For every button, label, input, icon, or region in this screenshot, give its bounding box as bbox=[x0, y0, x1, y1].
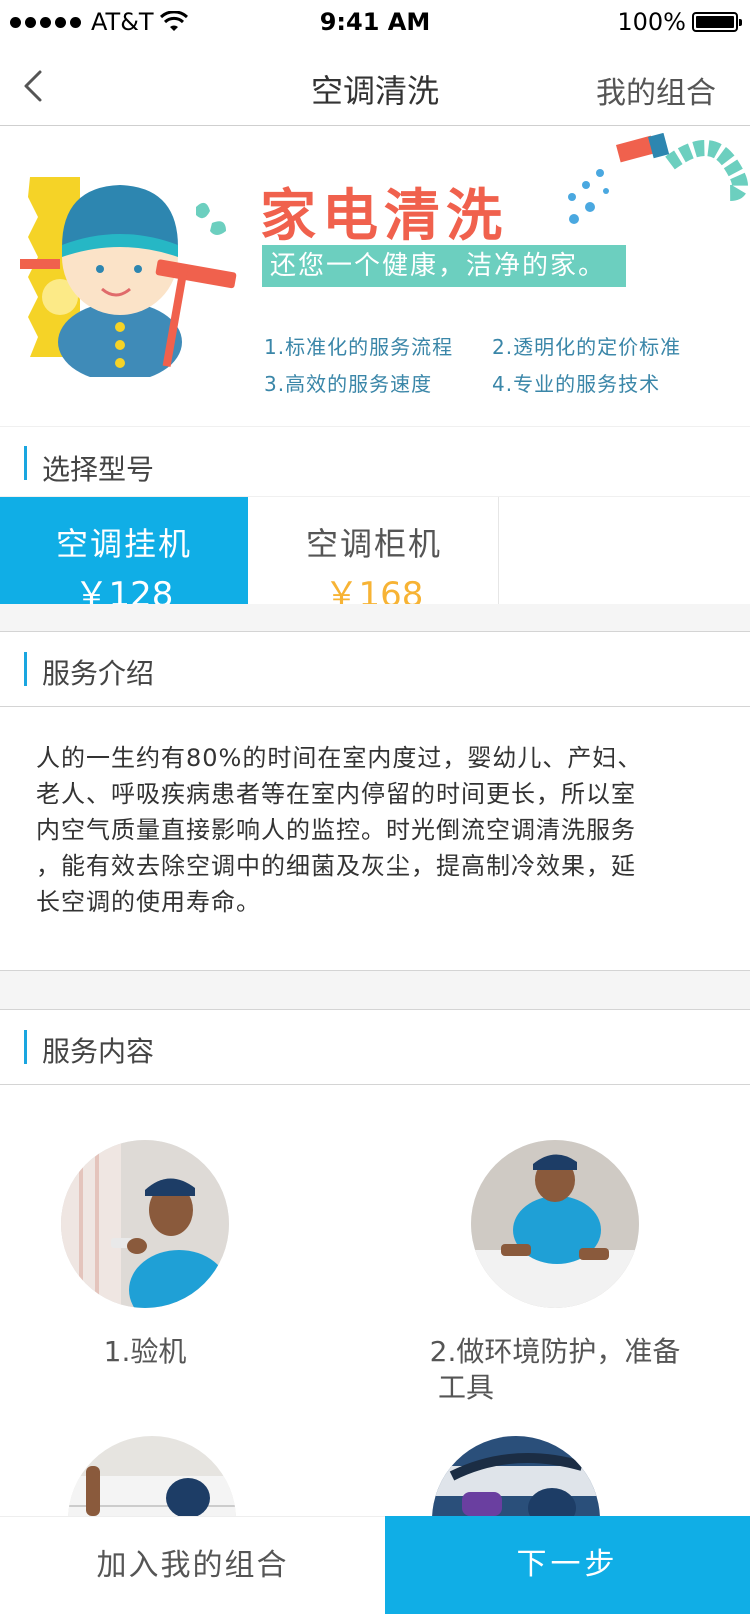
banner-point: 3.高效的服务速度 bbox=[264, 372, 433, 396]
step-photo bbox=[61, 1140, 229, 1308]
technician-inspecting-photo bbox=[61, 1140, 229, 1308]
banner-slogan: 还您一个健康，洁净的家。 bbox=[262, 245, 626, 287]
step-photo bbox=[432, 1436, 600, 1516]
technician-disassembly-photo bbox=[432, 1436, 600, 1516]
intro-line: 内空气质量直接影响人的监控。时光倒流空调清洗服务 bbox=[36, 816, 636, 844]
service-step: 1.验机 bbox=[60, 1140, 230, 1370]
intro-section-header: 服务介绍 bbox=[0, 632, 750, 706]
intro-line: 老人、呼吸疾病患者等在室内停留的时间更长，所以室 bbox=[36, 780, 636, 808]
step-label-line: 工具 bbox=[438, 1371, 495, 1404]
bottom-action-bar: 加入我的组合 下一步 bbox=[0, 1516, 750, 1614]
content-section-header: 服务内容 bbox=[0, 1010, 750, 1084]
intro-line: ，能有效去除空调中的细菌及灰尘，提高制冷效果，延 bbox=[36, 852, 636, 880]
battery-percent: 100% bbox=[617, 8, 686, 36]
back-chevron-icon[interactable] bbox=[18, 66, 54, 106]
step-label: 1.验机 bbox=[103, 1335, 187, 1368]
model-option-wall-mount[interactable]: 空调挂机 ￥128 bbox=[0, 497, 248, 615]
step-label: 2.做环境防护，准备 工具 bbox=[400, 1334, 710, 1406]
model-option-cabinet[interactable]: 空调柜机 ￥168 bbox=[250, 497, 498, 615]
section-accent-bar bbox=[24, 652, 27, 686]
technician-ac-unit-photo bbox=[68, 1436, 236, 1516]
promo-banner: 家电清洗 还您一个健康，洁净的家。 1.标准化的服务流程 2.透明化的定价标准 … bbox=[0, 127, 750, 427]
section-title: 服务内容 bbox=[42, 1035, 155, 1068]
add-to-combo-button[interactable]: 加入我的组合 bbox=[0, 1516, 385, 1614]
model-selector: 空调挂机 ￥128 空调柜机 ￥168 bbox=[0, 496, 750, 615]
banner-point: 1.标准化的服务流程 bbox=[264, 335, 454, 359]
divider bbox=[498, 497, 499, 605]
navigation-bar: 空调清洗 我的组合 bbox=[0, 44, 750, 126]
status-right: 100% bbox=[617, 8, 742, 36]
status-bar: AT&T 9:41 AM 100% bbox=[0, 0, 750, 44]
banner-feature-list: 1.标准化的服务流程 2.透明化的定价标准 3.高效的服务速度 4.专业的服务技… bbox=[264, 331, 724, 397]
divider bbox=[0, 1084, 750, 1085]
model-name: 空调柜机 bbox=[305, 525, 442, 563]
my-combo-link[interactable]: 我的组合 bbox=[596, 68, 716, 112]
service-step: 2.做环境防护，准备 工具 bbox=[400, 1140, 710, 1406]
section-title: 服务介绍 bbox=[42, 657, 155, 690]
banner-title: 家电清洗 bbox=[260, 184, 508, 249]
section-accent-bar bbox=[24, 446, 27, 480]
service-step-partial bbox=[68, 1436, 236, 1516]
technician-protection-photo bbox=[471, 1140, 639, 1308]
spray-hose-illustration bbox=[568, 133, 748, 224]
section-accent-bar bbox=[24, 1030, 27, 1064]
section-title: 选择型号 bbox=[42, 453, 155, 486]
section-gap bbox=[0, 604, 750, 632]
step-label-line: 2.做环境防护，准备 bbox=[429, 1335, 681, 1368]
model-section-header: 选择型号 bbox=[0, 428, 750, 496]
intro-line: 长空调的使用寿命。 bbox=[36, 888, 261, 916]
intro-line: 人的一生约有80%的时间在室内度过，婴幼儿、产妇、 bbox=[36, 744, 643, 772]
step-photo bbox=[68, 1436, 236, 1516]
banner-point: 2.透明化的定价标准 bbox=[492, 335, 682, 359]
model-name: 空调挂机 bbox=[55, 525, 192, 563]
next-step-button[interactable]: 下一步 bbox=[385, 1516, 750, 1614]
step-photo bbox=[471, 1140, 639, 1308]
banner-point: 4.专业的服务技术 bbox=[492, 372, 661, 396]
section-gap bbox=[0, 971, 750, 1009]
battery-icon bbox=[692, 12, 742, 32]
service-intro-text: 人的一生约有80%的时间在室内度过，婴幼儿、产妇、 老人、呼吸疾病患者等在室内停… bbox=[36, 740, 716, 920]
cleaner-illustration bbox=[20, 177, 237, 377]
divider bbox=[0, 706, 750, 707]
service-step-partial bbox=[432, 1436, 600, 1516]
